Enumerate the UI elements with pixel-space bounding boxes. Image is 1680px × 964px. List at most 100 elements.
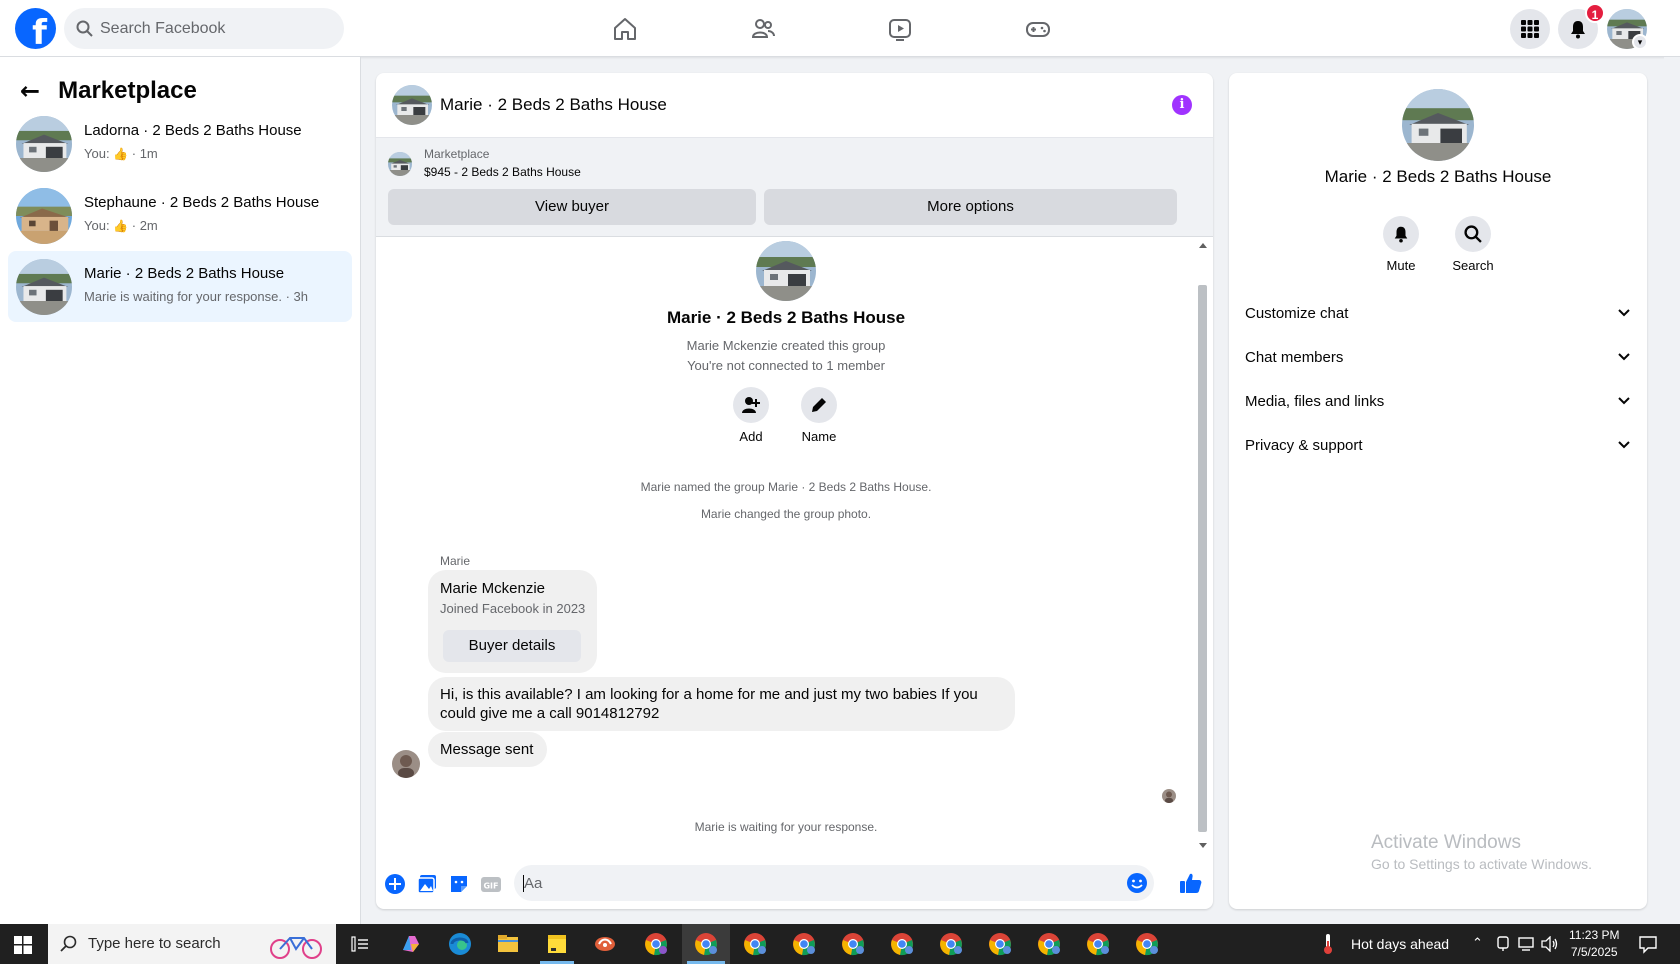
scroll-up-arrow[interactable] — [1199, 243, 1207, 248]
windows-start-icon[interactable] — [14, 936, 32, 954]
network-icon[interactable] — [1518, 936, 1536, 952]
conversation-item[interactable]: Ladorna · 2 Beds 2 Baths House You: 👍 · … — [8, 108, 352, 179]
chrome-profile-icon[interactable] — [1035, 930, 1063, 958]
photo-icon[interactable] — [416, 873, 438, 895]
mute-button[interactable]: Mute — [1371, 216, 1431, 273]
taskbar-search-box[interactable]: Type here to search — [48, 924, 336, 964]
privacy-support-section[interactable]: Privacy & support — [1245, 425, 1631, 465]
file-explorer-icon[interactable] — [494, 930, 522, 958]
video-icon[interactable] — [883, 12, 917, 46]
notification-center-icon[interactable] — [1638, 934, 1658, 954]
system-message: Marie changed the group photo. — [700, 507, 872, 521]
conversation-item-active[interactable]: Marie · 2 Beds 2 Baths House Marie is wa… — [8, 251, 352, 322]
back-arrow-icon[interactable]: ← — [20, 77, 40, 105]
add-label: Add — [739, 429, 763, 444]
conversation-preview: Marie is waiting for your response. · 3h — [84, 289, 308, 304]
chrome-profile-icon[interactable] — [741, 930, 769, 958]
conversation-item[interactable]: Stephaune · 2 Beds 2 Baths House You: 👍 … — [8, 180, 352, 251]
chat-avatar[interactable] — [392, 85, 432, 125]
read-receipt-avatar — [1162, 789, 1176, 803]
chrome-profile-icon[interactable] — [1084, 930, 1112, 958]
search-in-chat-button[interactable]: Search — [1443, 216, 1503, 273]
chrome-profile-icon[interactable] — [790, 930, 818, 958]
task-view-icon[interactable] — [351, 936, 369, 952]
chrome-profile-icon[interactable] — [986, 930, 1014, 958]
thumbs-up-icon: 👍 — [113, 219, 129, 233]
more-options-button[interactable]: More options — [764, 189, 1177, 225]
marketplace-label: Marketplace — [424, 147, 490, 161]
sticker-icon[interactable] — [448, 873, 470, 895]
buyer-profile-card: Marie Mckenzie Joined Facebook in 2023 B… — [428, 570, 597, 673]
scrollbar-thumb[interactable] — [1198, 285, 1207, 832]
thermometer-icon[interactable] — [1322, 933, 1334, 955]
customize-chat-section[interactable]: Customize chat — [1245, 293, 1631, 333]
message-input-box[interactable] — [514, 865, 1154, 901]
view-buyer-button[interactable]: View buyer — [388, 189, 756, 225]
sender-name: Marie — [440, 554, 471, 568]
chrome-profile-icon[interactable] — [839, 930, 867, 958]
chrome-profile-icon[interactable] — [692, 930, 720, 958]
mute-label: Mute — [1386, 258, 1416, 273]
group-created-text: Marie Mckenzie created this group — [686, 338, 886, 353]
chrome-profile-icon[interactable] — [1133, 930, 1161, 958]
search-box[interactable] — [64, 8, 344, 49]
not-connected-text: You're not connected to 1 member — [687, 358, 885, 373]
chevron-down-icon[interactable]: ▾ — [1632, 34, 1648, 50]
chrome-profile-icon[interactable] — [888, 930, 916, 958]
search-label: Search — [1452, 258, 1494, 273]
rename-group-button[interactable]: Name — [789, 387, 849, 444]
chrome-profile-icon[interactable] — [937, 930, 965, 958]
waiting-status-text: Marie is waiting for your response. — [694, 820, 878, 834]
volume-icon[interactable] — [1541, 936, 1559, 952]
weather-text[interactable]: Hot days ahead — [1351, 936, 1449, 952]
menu-grid-icon[interactable] — [1510, 9, 1550, 49]
meet-now-icon[interactable] — [1496, 936, 1510, 952]
scroll-down-arrow[interactable] — [1199, 843, 1207, 848]
page-scrollbar[interactable] — [1664, 57, 1680, 924]
listing-price-title[interactable]: $945 - 2 Beds 2 Baths House — [424, 165, 581, 179]
emoji-icon[interactable] — [1126, 872, 1148, 894]
chevron-down-icon — [1618, 397, 1630, 405]
message-thread[interactable]: Marie · 2 Beds 2 Baths House Marie Mcken… — [376, 237, 1213, 857]
facebook-logo-icon[interactable]: f — [15, 8, 56, 49]
bell-icon — [1394, 226, 1408, 243]
thumbs-up-icon: 👍 — [113, 147, 129, 161]
activate-windows-watermark: Activate Windows Go to Settings to activ… — [1371, 832, 1592, 872]
conversation-title: Ladorna · 2 Beds 2 Baths House — [84, 122, 302, 139]
media-files-links-section[interactable]: Media, files and links — [1245, 381, 1631, 421]
chat-members-section[interactable]: Chat members — [1245, 337, 1631, 377]
search-input[interactable] — [100, 8, 330, 49]
thumbs-up-send-icon[interactable] — [1179, 871, 1202, 893]
add-member-button[interactable]: Add — [721, 387, 781, 444]
system-clock[interactable]: 11:23 PM 7/5/2025 — [1569, 927, 1619, 961]
chevron-up-icon[interactable]: ⌃ — [1472, 936, 1483, 951]
search-icon — [76, 20, 93, 37]
message-bubble: Message sent — [428, 732, 547, 767]
snipping-tool-icon[interactable] — [591, 930, 619, 958]
chevron-down-icon — [1618, 309, 1630, 317]
buyer-details-button[interactable]: Buyer details — [443, 630, 581, 662]
chat-header: Marie · 2 Beds 2 Baths House i — [376, 73, 1213, 138]
windows-taskbar: Type here to search Hot days ahead ⌃ 11:… — [0, 924, 1680, 964]
gaming-icon[interactable] — [1021, 12, 1055, 46]
chat-title[interactable]: Marie · 2 Beds 2 Baths House — [440, 95, 667, 115]
info-icon[interactable]: i — [1172, 95, 1192, 115]
buyer-joined-text: Joined Facebook in 2023 — [440, 601, 586, 616]
home-icon[interactable] — [608, 12, 642, 46]
edge-browser-icon[interactable] — [446, 930, 474, 958]
plus-icon[interactable] — [384, 873, 406, 895]
group-name: Marie · 2 Beds 2 Baths House — [666, 308, 906, 327]
copilot-app-icon[interactable] — [397, 930, 425, 958]
search-icon — [1464, 225, 1482, 243]
message-input[interactable] — [524, 865, 1104, 901]
listing-thumbnail — [388, 152, 412, 176]
gif-icon[interactable]: GIF — [480, 873, 502, 895]
marketplace-listing-banner: Marketplace $945 - 2 Beds 2 Baths House … — [376, 138, 1213, 237]
conversation-preview: You: 👍 · 1m — [84, 146, 158, 161]
chevron-down-icon — [1618, 353, 1630, 361]
chrome-profile-icon[interactable] — [642, 930, 670, 958]
conversation-avatar — [16, 259, 72, 315]
bicycle-icon — [270, 937, 322, 959]
sticky-notes-icon[interactable] — [543, 930, 571, 958]
friends-icon[interactable] — [746, 12, 780, 46]
